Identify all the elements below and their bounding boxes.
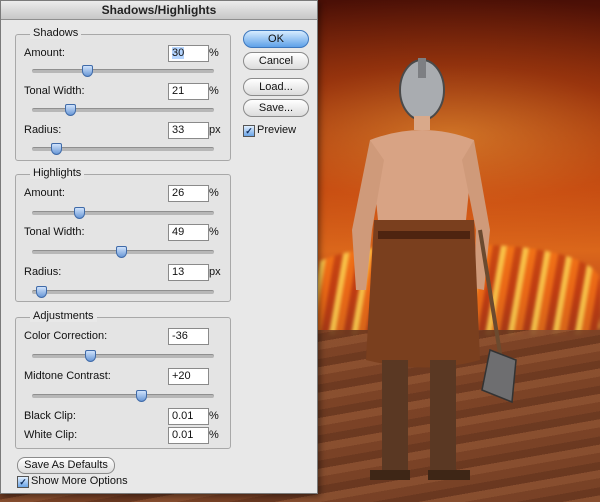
- highlights-radius-slider[interactable]: [32, 286, 214, 298]
- shadows-amount-label: Amount:: [24, 47, 65, 59]
- shadows-amount-field[interactable]: 30: [168, 45, 209, 62]
- shadows-group-title: Shadows: [30, 27, 82, 39]
- highlights-tonal-width-knob[interactable]: [116, 246, 128, 258]
- show-more-options-label: Show More Options: [31, 475, 128, 487]
- load-button[interactable]: Load...: [243, 78, 309, 96]
- highlights-radius-label: Radius:: [24, 266, 62, 278]
- highlights-radius-unit: px: [209, 266, 221, 278]
- highlights-tonal-width-unit: %: [209, 226, 219, 238]
- color-correction-label: Color Correction:: [24, 330, 108, 342]
- highlights-amount-label: Amount:: [24, 187, 65, 199]
- preview-label: Preview: [257, 124, 297, 136]
- black-clip-field[interactable]: 0.01: [168, 408, 209, 425]
- white-clip-field[interactable]: 0.01: [168, 427, 209, 444]
- shadows-radius-field[interactable]: 33: [168, 122, 209, 139]
- highlights-amount-field[interactable]: 26: [168, 185, 209, 202]
- highlights-amount-slider[interactable]: [32, 207, 214, 219]
- color-correction-field[interactable]: -36: [168, 328, 209, 345]
- midtone-contrast-slider[interactable]: [32, 390, 214, 402]
- show-more-options-checkbox[interactable]: ✓: [17, 476, 29, 488]
- shadows-amount-unit: %: [209, 47, 219, 59]
- shadows-tonal-width-label: Tonal Width:: [24, 85, 85, 97]
- shadows-amount-slider[interactable]: [32, 65, 214, 77]
- save-as-defaults-button[interactable]: Save As Defaults: [17, 457, 115, 474]
- highlights-group: Highlights Amount: 26 % Tonal Width: 49 …: [15, 167, 231, 302]
- color-correction-slider[interactable]: [32, 350, 214, 362]
- highlights-amount-knob[interactable]: [74, 207, 86, 219]
- highlights-radius-knob[interactable]: [36, 286, 48, 298]
- highlights-tonal-width-slider[interactable]: [32, 246, 214, 258]
- highlights-group-title: Highlights: [30, 167, 85, 179]
- preview-checkbox[interactable]: ✓: [243, 125, 255, 137]
- black-clip-label: Black Clip:: [24, 410, 76, 422]
- shadows-tonal-width-knob[interactable]: [65, 104, 77, 116]
- highlights-amount-unit: %: [209, 187, 219, 199]
- midtone-contrast-label: Midtone Contrast:: [24, 370, 111, 382]
- gladiator-figure: [352, 58, 517, 480]
- shadows-radius-slider[interactable]: [32, 143, 214, 155]
- shadows-highlights-dialog: Shadows/Highlights Shadows Amount: 30 % …: [0, 0, 318, 494]
- highlights-tonal-width-label: Tonal Width:: [24, 226, 85, 238]
- cancel-button[interactable]: Cancel: [243, 52, 309, 70]
- shadows-radius-knob[interactable]: [50, 143, 62, 155]
- white-clip-label: White Clip:: [24, 429, 78, 441]
- shadows-tonal-width-unit: %: [209, 85, 219, 97]
- shadows-amount-knob[interactable]: [81, 65, 93, 77]
- adjustments-group: Adjustments Color Correction: -36 Midton…: [15, 310, 231, 449]
- midtone-contrast-field[interactable]: +20: [168, 368, 209, 385]
- shadows-tonal-width-slider[interactable]: [32, 104, 214, 116]
- shadows-tonal-width-field[interactable]: 21: [168, 83, 209, 100]
- shadows-group: Shadows Amount: 30 % Tonal Width: 21 % R…: [15, 27, 231, 161]
- color-correction-knob[interactable]: [85, 350, 97, 362]
- ok-button[interactable]: OK: [243, 30, 309, 48]
- black-clip-unit: %: [209, 410, 219, 422]
- shadows-radius-unit: px: [209, 124, 221, 136]
- white-clip-unit: %: [209, 429, 219, 441]
- adjustments-group-title: Adjustments: [30, 310, 97, 322]
- highlights-radius-field[interactable]: 13: [168, 264, 209, 281]
- shadows-radius-label: Radius:: [24, 124, 62, 136]
- save-button[interactable]: Save...: [243, 99, 309, 117]
- dialog-title: Shadows/Highlights: [1, 1, 317, 20]
- midtone-contrast-knob[interactable]: [136, 390, 148, 402]
- highlights-tonal-width-field[interactable]: 49: [168, 224, 209, 241]
